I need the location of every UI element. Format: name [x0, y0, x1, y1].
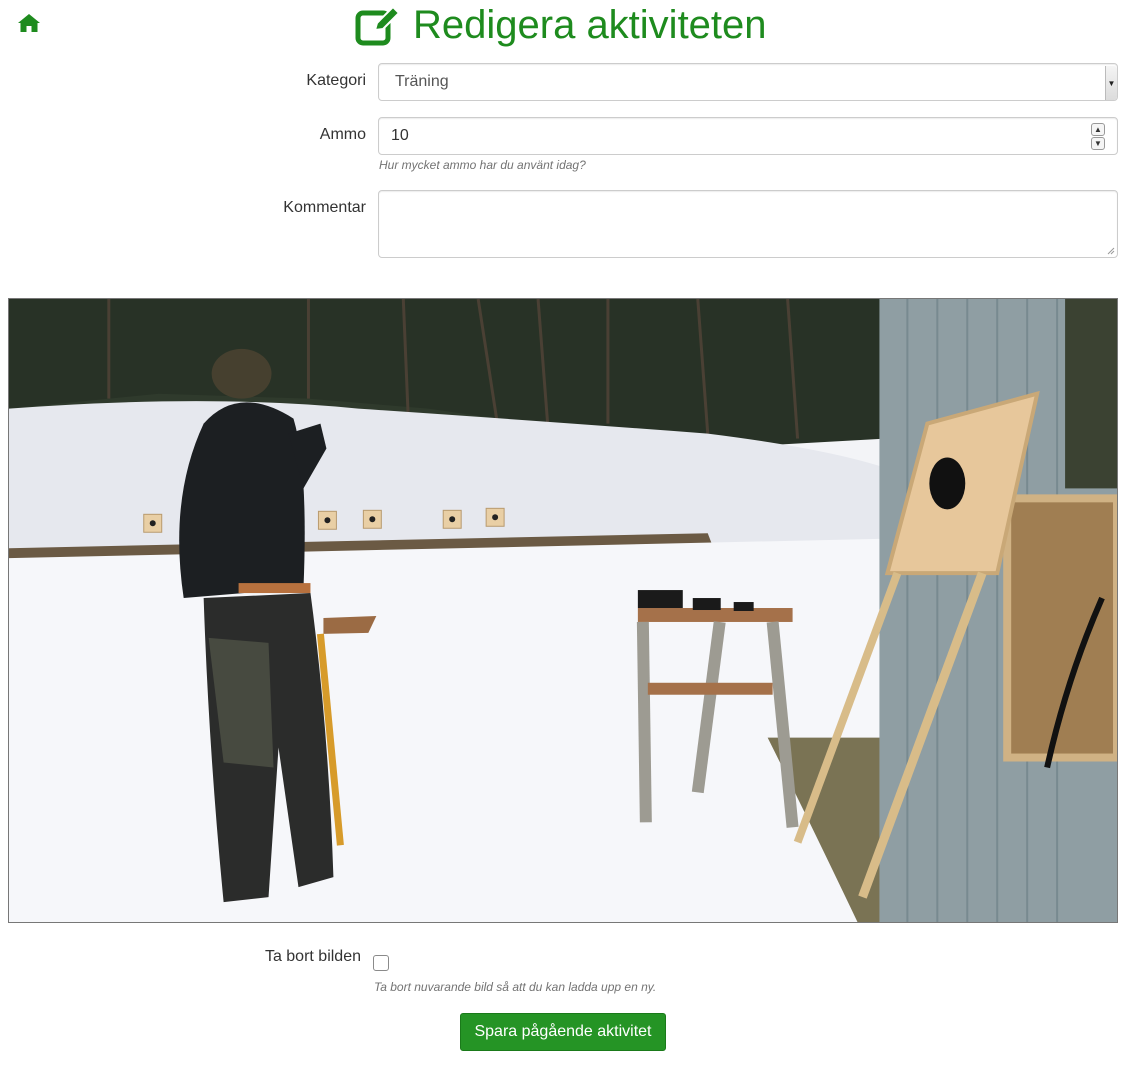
- page-title-text: Redigera aktiviteten: [413, 2, 767, 47]
- home-link[interactable]: [17, 12, 43, 36]
- ammo-input[interactable]: 10 ▲ ▼: [378, 117, 1118, 155]
- ammo-help-text: Hur mycket ammo har du använt idag?: [379, 158, 586, 172]
- remove-image-help-text: Ta bort nuvarande bild så att du kan lad…: [374, 980, 657, 994]
- edit-icon: [355, 4, 401, 46]
- resize-grip-icon[interactable]: [1107, 247, 1115, 255]
- page-title: Redigera aktiviteten: [355, 0, 767, 50]
- activity-photo: [8, 298, 1118, 923]
- remove-image-checkbox[interactable]: [373, 955, 389, 971]
- kategori-label: Kategori: [306, 72, 366, 89]
- save-activity-button[interactable]: Spara pågående aktivitet: [460, 1013, 666, 1051]
- home-icon: [17, 12, 43, 34]
- kategori-selected-value: Träning: [395, 73, 449, 90]
- remove-image-label: Ta bort bilden: [264, 948, 361, 965]
- ammo-value: 10: [391, 127, 409, 144]
- kommentar-textarea[interactable]: [378, 190, 1118, 258]
- chevron-down-icon[interactable]: ▼: [1091, 137, 1105, 150]
- kommentar-label: Kommentar: [283, 199, 366, 216]
- ammo-stepper[interactable]: ▲ ▼: [1091, 123, 1105, 150]
- kategori-select[interactable]: Träning ▼: [378, 63, 1118, 101]
- chevron-down-icon[interactable]: ▼: [1105, 66, 1117, 100]
- ammo-label: Ammo: [319, 126, 366, 143]
- chevron-up-icon[interactable]: ▲: [1091, 123, 1105, 136]
